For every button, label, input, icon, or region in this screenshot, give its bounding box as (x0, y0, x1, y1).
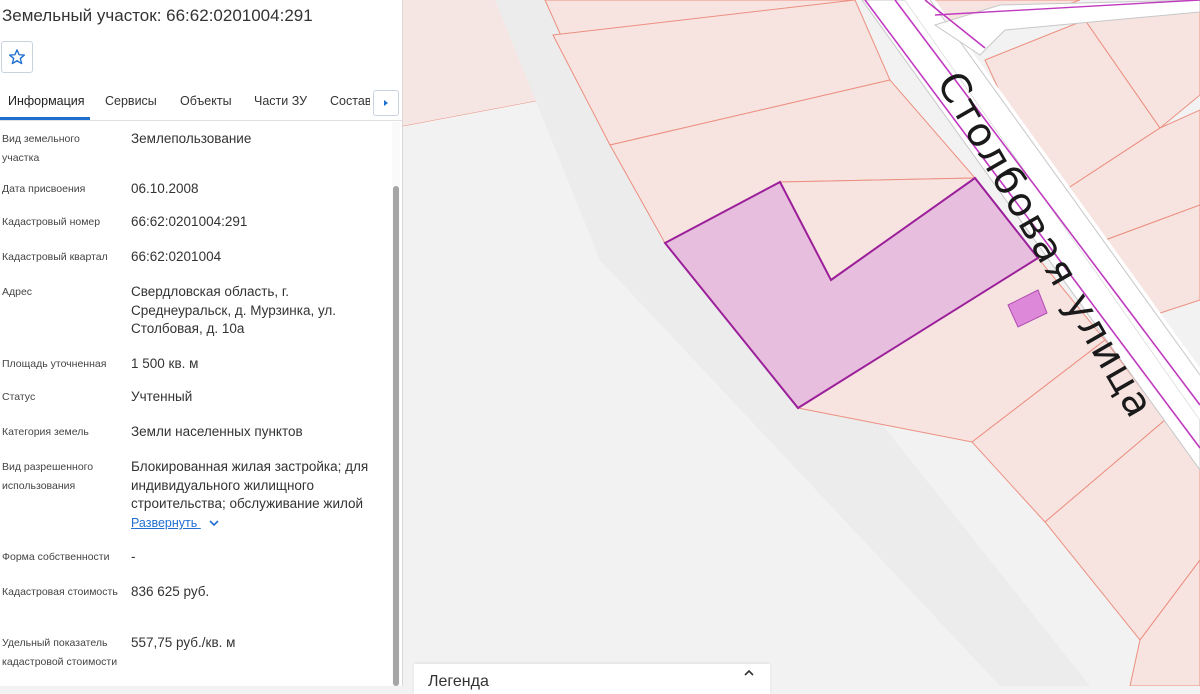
field-label: Форма собственности (2, 551, 110, 563)
star-outline-icon (8, 49, 26, 65)
favorite-button[interactable] (1, 41, 33, 73)
expand-link[interactable]: Развернуть (131, 516, 219, 530)
tab-services[interactable]: Сервисы (105, 94, 157, 108)
active-tab-indicator (0, 117, 90, 120)
info-panel: Земельный участок: 66:62:0201004:291 Инф… (0, 0, 403, 686)
tab-information[interactable]: Информация (8, 94, 85, 108)
field-value: Землепользование (131, 131, 252, 146)
expand-label: Развернуть (131, 516, 198, 530)
tab-composition[interactable]: Состав (330, 94, 370, 108)
cadastral-value: 836 625 руб. (131, 584, 210, 599)
field-value: 1 500 кв. м (131, 356, 199, 371)
field-label: Площадь уточненная (2, 358, 107, 370)
tab-parcel-parts[interactable]: Части ЗУ (254, 94, 307, 108)
field-value: Блокированная жилая застройка; для индив… (131, 459, 369, 511)
field-value: - (131, 549, 136, 564)
field-label: Категория земель (2, 426, 89, 438)
panel-scrollbar-thumb[interactable] (393, 186, 399, 686)
field-label: Вид земельного участка (2, 133, 80, 164)
legend-title: Легенда (428, 673, 489, 690)
field-label: Кадастровый номер (2, 216, 101, 228)
legend-panel[interactable]: Легенда (414, 664, 770, 694)
tabs-next-button[interactable] (373, 90, 399, 116)
address-value: Свердловская область, г. Среднеуральск, … (131, 284, 337, 336)
field-label: Кадастровый квартал (2, 251, 108, 263)
chevron-up-icon[interactable] (742, 668, 756, 678)
field-value: 66:62:0201004:291 (131, 214, 248, 229)
field-value: 66:62:0201004 (131, 249, 222, 264)
field-label: Удельный показатель кадастровой стоимост… (2, 637, 118, 668)
chevron-down-icon (209, 520, 219, 527)
field-value: Учтенный (131, 389, 193, 404)
field-value: 06.10.2008 (131, 181, 199, 196)
field-value: 557,75 руб./кв. м (131, 635, 236, 650)
field-label: Адрес (2, 286, 33, 298)
field-label: Статус (2, 391, 36, 403)
panel-title: Земельный участок: 66:62:0201004:291 (2, 6, 313, 25)
field-value: Земли населенных пунктов (131, 424, 303, 439)
field-label: Дата присвоения (2, 183, 86, 195)
field-label: Вид разрешенного использования (2, 461, 94, 492)
caret-right-icon (384, 100, 388, 106)
field-label: Кадастровая стоимость (2, 586, 118, 598)
tab-objects[interactable]: Объекты (180, 94, 232, 108)
tab-bar: Информация Сервисы Объекты Части ЗУ Сост… (0, 86, 402, 121)
